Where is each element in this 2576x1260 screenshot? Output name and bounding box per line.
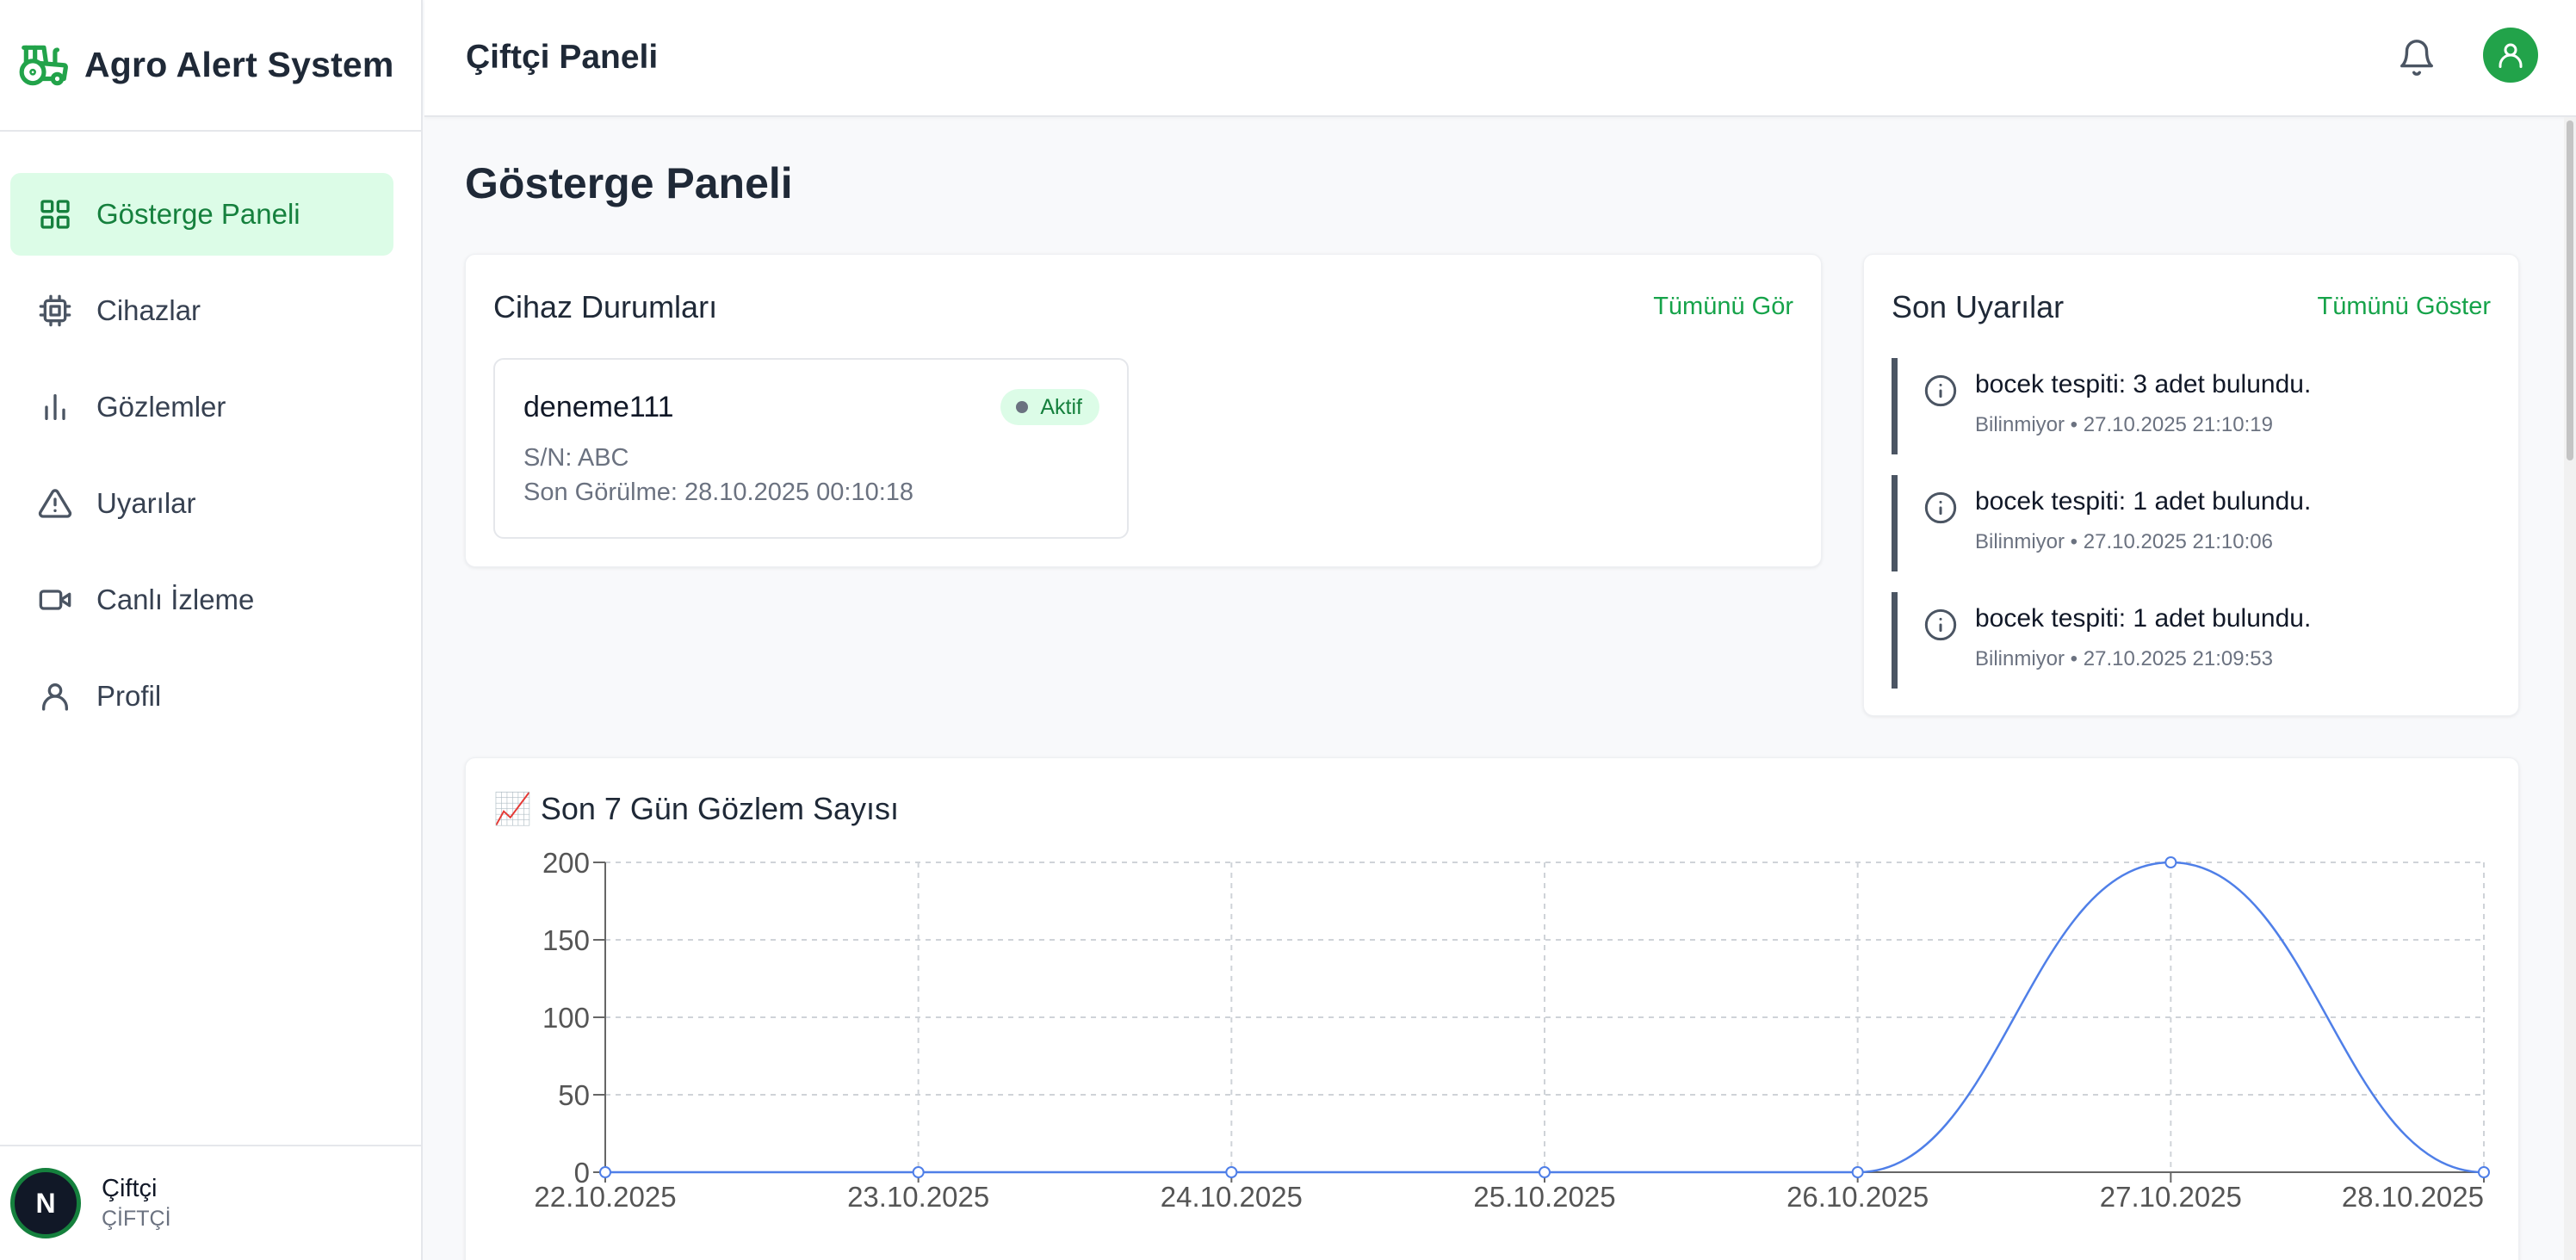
x-tick-label: 26.10.2025 (1786, 1181, 1929, 1213)
device-last-seen: Son Görülme: 28.10.2025 00:10:18 (523, 479, 914, 506)
recent-alerts-card: Son Uyarılar Tümünü Göster bocek tespiti… (1863, 254, 2519, 716)
data-point (2478, 1166, 2490, 1178)
sidebar-item-label: Canlı İzleme (96, 584, 255, 615)
brand-title: Agro Alert System (84, 45, 394, 84)
alert-meta: Bilinmiyor • 27.10.2025 21:10:19 (1975, 413, 2273, 437)
x-tick-label: 23.10.2025 (847, 1181, 989, 1213)
video-camera-icon (38, 583, 72, 617)
y-tick-label: 200 (542, 847, 590, 879)
view-all-alerts-link[interactable]: Tümünü Göster (2318, 293, 2491, 321)
user-name: Çiftçi (102, 1175, 158, 1202)
status-badge: Aktif (1000, 389, 1099, 425)
x-tick-label: 27.10.2025 (2100, 1181, 2242, 1213)
alert-source: Bilinmiyor (1975, 647, 2065, 670)
sidebar-item-label: Profil (96, 680, 162, 712)
info-icon (1924, 491, 1957, 524)
device-item[interactable]: deneme111 Aktif S/N: ABC Son Görülme: 28… (493, 358, 1129, 539)
sidebar-item-gosterge-paneli[interactable]: Gösterge Paneli (10, 173, 393, 256)
alert-meta: Bilinmiyor • 27.10.2025 21:10:06 (1975, 530, 2273, 554)
scrollbar-thumb[interactable] (2567, 120, 2573, 460)
observation-line-chart: 05010015020022.10.2025 23.10.2025 24.10.20… (534, 847, 2490, 1213)
warning-triangle-icon (38, 486, 72, 521)
alert-meta: Bilinmiyor • 27.10.2025 21:09:53 (1975, 647, 2273, 671)
sidebar-item-label: Uyarılar (96, 487, 196, 519)
data-point (1225, 1166, 1238, 1178)
device-serial: S/N: ABC (523, 444, 629, 472)
status-badge-label: Aktif (1040, 394, 1082, 419)
avatar[interactable]: N (10, 1168, 81, 1238)
data-point (2164, 856, 2177, 868)
brand[interactable]: Agro Alert System (0, 0, 421, 132)
x-tick-label: 25.10.2025 (1473, 1181, 1615, 1213)
y-tick-label: 150 (542, 924, 590, 956)
bell-icon[interactable] (2397, 38, 2437, 77)
y-tick-label: 50 (558, 1079, 590, 1111)
sidebar-item-uyarilar[interactable]: Uyarılar (10, 462, 393, 545)
y-tick-label: 100 (542, 1002, 590, 1034)
x-tick-label: 24.10.2025 (1161, 1181, 1303, 1213)
info-icon (1924, 608, 1957, 641)
sidebar-item-gozlemler[interactable]: Gözlemler (10, 366, 393, 448)
status-dot (1016, 401, 1029, 413)
alert-text: bocek tespiti: 3 adet bulundu. (1975, 370, 2312, 398)
sidebar-nav: Gösterge Paneli Cihazlar Gözlemler Uyarı… (0, 132, 421, 738)
sidebar-item-cihazlar[interactable]: Cihazlar (10, 269, 393, 352)
device-status-card: Cihaz Durumları Tümünü Gör deneme111 Akt… (465, 254, 1822, 567)
alert-time: 27.10.2025 21:10:19 (2083, 413, 2273, 436)
data-point (1539, 1166, 1551, 1178)
header-title: Çiftçi Paneli (466, 39, 659, 76)
top-header: Çiftçi Paneli (424, 0, 2576, 117)
data-point (1851, 1166, 1864, 1178)
user-role: ÇİFTÇİ (102, 1207, 171, 1231)
sidebar-item-canli-izleme[interactable]: Canlı İzleme (10, 559, 393, 641)
info-icon (1924, 374, 1957, 407)
x-tick-label: 22.10.2025 (534, 1181, 676, 1213)
user-menu-button[interactable] (2483, 28, 2538, 83)
alert-text: bocek tespiti: 1 adet bulundu. (1975, 487, 2312, 516)
sidebar-item-label: Gösterge Paneli (96, 198, 300, 230)
meta-separator: • (2065, 413, 2084, 436)
alert-item[interactable]: bocek tespiti: 1 adet bulundu. Bilinmiyo… (1892, 475, 2494, 571)
sidebar-item-label: Gözlemler (96, 391, 226, 423)
data-point (912, 1166, 925, 1178)
page-title: Gösterge Paneli (465, 159, 793, 207)
user-icon (2499, 43, 2523, 68)
tractor-logo-icon (19, 45, 68, 85)
sidebar-item-profil[interactable]: Profil (10, 655, 393, 738)
alert-source: Bilinmiyor (1975, 530, 2065, 553)
alert-text: bocek tespiti: 1 adet bulundu. (1975, 604, 2312, 633)
device-status-title: Cihaz Durumları (493, 289, 718, 324)
alert-time: 27.10.2025 21:10:06 (2083, 530, 2273, 553)
meta-separator: • (2065, 530, 2084, 553)
alert-item[interactable]: bocek tespiti: 3 adet bulundu. Bilinmiyo… (1892, 358, 2494, 454)
meta-separator: • (2065, 647, 2084, 670)
device-name: deneme111 (523, 391, 674, 423)
x-tick-label: 28.10.2025 (2342, 1181, 2484, 1213)
main-scrollbar[interactable] (2564, 117, 2576, 1260)
alert-source: Bilinmiyor (1975, 413, 2065, 436)
alert-time: 27.10.2025 21:09:53 (2083, 647, 2273, 670)
dashboard-grid-icon (38, 197, 72, 232)
chip-icon (38, 293, 72, 328)
bar-chart-icon (38, 390, 72, 424)
data-point (599, 1166, 611, 1178)
observation-chart-card: 📈 Son 7 Gün Gözlem Sayısı 0 50 100 150 200 22… (465, 757, 2519, 1260)
sidebar-user[interactable]: N Çiftçi ÇİFTÇİ (0, 1145, 423, 1260)
user-icon (38, 679, 72, 713)
recent-alerts-title: Son Uyarılar (1892, 289, 2065, 324)
alert-item[interactable]: bocek tespiti: 1 adet bulundu. Bilinmiyo… (1892, 592, 2494, 689)
sidebar-item-label: Cihazlar (96, 294, 201, 326)
view-all-devices-link[interactable]: Tümünü Gör (1653, 293, 1793, 321)
sidebar: Agro Alert System Gösterge Paneli Cihazl… (0, 0, 423, 1260)
